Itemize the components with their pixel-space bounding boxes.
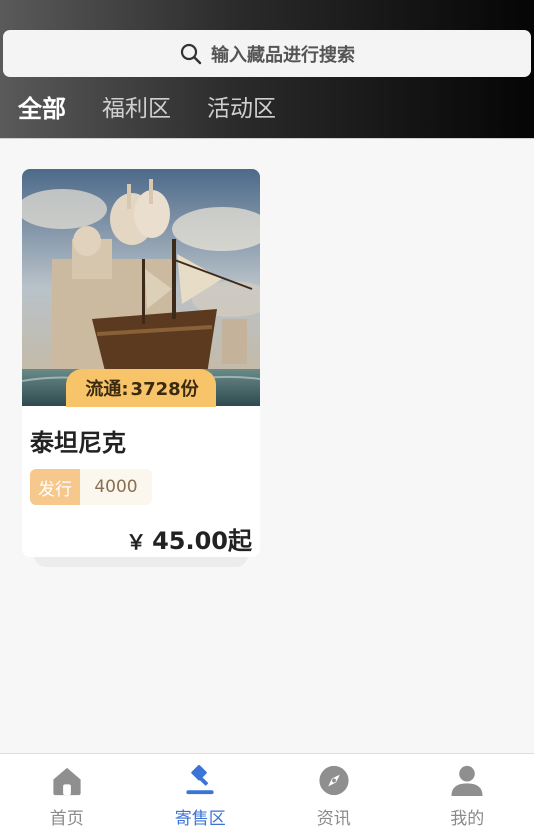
tab-activity[interactable]: 活动区 <box>207 92 276 126</box>
price-value: 45.00起 <box>152 521 252 556</box>
bottom-nav: 首页 寄售区 资讯 我的 <box>0 753 534 829</box>
nav-home[interactable]: 首页 <box>0 754 134 829</box>
product-title: 泰坦尼克 <box>30 423 126 458</box>
product-card[interactable]: 流通: 3728份 泰坦尼克 发行 4000 ￥ 45.00起 <box>22 169 260 557</box>
search-placeholder: 输入藏品进行搜索 <box>211 41 355 67</box>
user-icon <box>449 763 485 798</box>
circulation-badge: 流通: 3728份 <box>66 369 216 407</box>
nav-consignment[interactable]: 寄售区 <box>134 754 268 829</box>
nav-mine[interactable]: 我的 <box>401 754 534 829</box>
compass-icon <box>316 763 352 798</box>
issue-value: 4000 <box>80 469 152 505</box>
nav-label-mine: 我的 <box>450 804 484 829</box>
nav-label-news: 资讯 <box>317 804 351 829</box>
home-icon <box>49 763 85 798</box>
circulation-label: 流通: <box>85 375 128 401</box>
nav-label-consignment: 寄售区 <box>175 804 226 829</box>
search-icon <box>179 42 203 66</box>
issue-label: 发行 <box>30 469 80 505</box>
nav-label-home: 首页 <box>50 804 84 829</box>
circulation-value: 3728份 <box>131 375 199 401</box>
product-price: ￥ 45.00起 <box>126 521 252 556</box>
issue-tag: 发行 4000 <box>30 469 152 505</box>
search-bar[interactable]: 输入藏品进行搜索 <box>3 30 531 77</box>
currency-symbol: ￥ <box>126 526 146 555</box>
gavel-icon <box>182 763 218 798</box>
nav-news[interactable]: 资讯 <box>267 754 401 829</box>
tab-welfare[interactable]: 福利区 <box>102 92 171 126</box>
header: 输入藏品进行搜索 全部 福利区 活动区 <box>0 0 534 139</box>
category-tabs: 全部 福利区 活动区 <box>18 92 312 126</box>
tab-all[interactable]: 全部 <box>18 92 66 126</box>
